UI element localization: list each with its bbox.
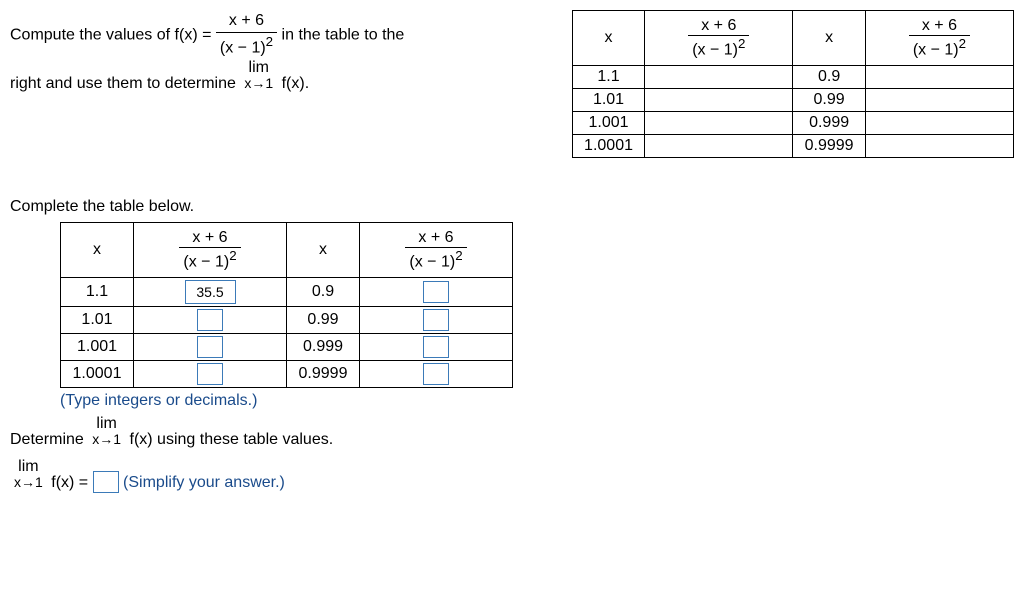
problem-statement: Compute the values of f(x) = x + 6 (x − … xyxy=(10,10,552,158)
line2-text: right and use them to determine xyxy=(10,75,240,92)
ans-header-f1: x + 6 (x − 1)2 xyxy=(134,223,287,278)
using-text: f(x) using these table values. xyxy=(130,431,334,448)
limit-answer-input[interactable] xyxy=(93,471,119,493)
ans-header-x2: x xyxy=(287,223,360,278)
ans-header-f2: x + 6 (x − 1)2 xyxy=(360,223,513,278)
answer-input-l0[interactable] xyxy=(185,280,236,304)
top-data-table: x x + 6 (x − 1)2 x x + 6 (x − 1)2 1.10.9… xyxy=(572,10,1014,158)
type-note: (Type integers or decimals.) xyxy=(60,392,1014,410)
top-header-x2: x xyxy=(793,11,866,66)
answer-input-l1[interactable] xyxy=(197,309,223,331)
intro-text-2: in the table to the xyxy=(282,26,405,43)
fx-text: f(x). xyxy=(282,75,310,92)
top-header-x1: x xyxy=(572,11,645,66)
answer-input-r2[interactable] xyxy=(423,336,449,358)
complete-table-heading: Complete the table below. xyxy=(10,198,1014,216)
answer-input-l3[interactable] xyxy=(197,363,223,385)
lim-eq-text: f(x) = xyxy=(51,474,92,491)
limit-expression: lim x→1 xyxy=(244,60,273,90)
limit-expression-2: lim x→1 xyxy=(92,416,121,446)
function-fraction: x + 6 (x − 1)2 xyxy=(216,10,277,60)
answer-table: x x + 6 (x − 1)2 x x + 6 (x − 1)2 1.1 0.… xyxy=(60,222,513,388)
simplify-note: (Simplify your answer.) xyxy=(123,474,285,491)
top-header-f1: x + 6 (x − 1)2 xyxy=(645,11,793,66)
answer-input-r0[interactable] xyxy=(423,281,449,303)
determine-text: Determine xyxy=(10,431,88,448)
limit-expression-3: lim x→1 xyxy=(14,459,43,489)
ans-header-x1: x xyxy=(61,223,134,278)
top-header-f2: x + 6 (x − 1)2 xyxy=(865,11,1013,66)
top-cell: 1.1 xyxy=(572,66,645,89)
intro-text-1: Compute the values of f(x) = xyxy=(10,26,216,43)
answer-input-l2[interactable] xyxy=(197,336,223,358)
answer-input-r3[interactable] xyxy=(423,363,449,385)
answer-input-r1[interactable] xyxy=(423,309,449,331)
